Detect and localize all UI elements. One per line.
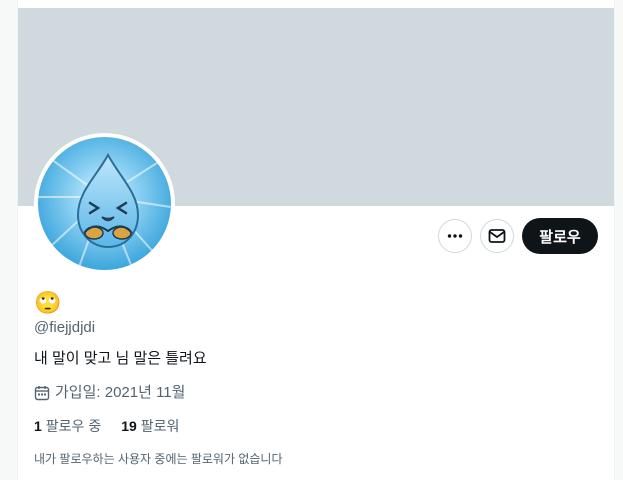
follow-button[interactable]: 팔로우 [522, 218, 598, 254]
top-strip [18, 0, 614, 8]
join-date-text: 가입일: 2021년 11월 [55, 384, 186, 401]
profile-actions: 팔로우 [438, 218, 598, 254]
avatar-image [38, 137, 171, 270]
following-count: 1 [34, 418, 42, 434]
mutual-followers-note: 내가 팔로우하는 사용자 중에는 팔로워가 없습니다 [34, 452, 283, 466]
calendar-icon [34, 386, 50, 401]
more-button[interactable] [438, 219, 472, 253]
following-label: 팔로우 중 [45, 418, 102, 434]
followers-link[interactable]: 19 팔로워 [121, 417, 179, 435]
avatar[interactable] [34, 133, 175, 274]
display-name: 🙄 [34, 290, 62, 315]
followers-label: 팔로워 [140, 418, 180, 434]
followers-count: 19 [121, 418, 137, 434]
following-link[interactable]: 1 팔로우 중 [34, 417, 101, 435]
profile-bio: 내 말이 맞고 님 말은 틀려요 [34, 350, 207, 367]
join-date: 가입일: 2021년 11월 [34, 383, 594, 403]
profile-info: 🙄 @fiejjdjdi 내 말이 맞고 님 말은 틀려요 가입일: 2021년… [34, 290, 594, 467]
mail-icon [488, 229, 506, 243]
profile-column: 팔로우 🙄 @fiejjdjdi 내 말이 맞고 님 말은 틀려요 가입일: 2… [17, 0, 615, 480]
message-button[interactable] [480, 219, 514, 253]
profile-page: 팔로우 🙄 @fiejjdjdi 내 말이 맞고 님 말은 틀려요 가입일: 2… [0, 0, 623, 480]
profile-handle: @fiejjdjdi [34, 319, 96, 336]
more-dots-icon [447, 234, 463, 238]
follow-counts: 1 팔로우 중 19 팔로워 [34, 417, 594, 435]
